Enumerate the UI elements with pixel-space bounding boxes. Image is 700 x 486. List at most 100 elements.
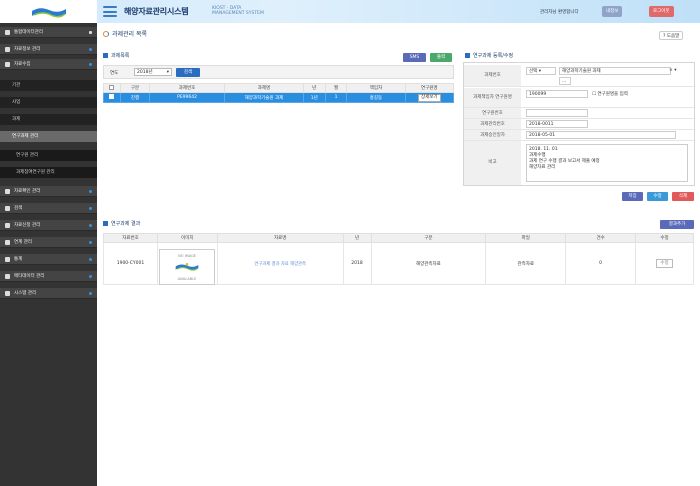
table-row[interactable]: 진행 PE99642 해양과학기술원 과제 1년 1 홍길동 상세보기 xyxy=(103,92,455,103)
edit-button[interactable]: 수정 xyxy=(647,192,668,201)
row-checkbox[interactable] xyxy=(109,94,115,99)
form-label: 연구원번호 xyxy=(464,108,521,118)
sms-button[interactable]: SMS xyxy=(403,53,426,62)
col-header[interactable]: 이미지 xyxy=(156,233,218,243)
no-image-caption-bottom: AVAILABLE xyxy=(177,277,197,281)
sidebar-item-collection[interactable]: 자료수집 xyxy=(0,59,97,70)
no-image-caption-top: NO IMAGE xyxy=(178,254,196,258)
select-all-checkbox[interactable] xyxy=(109,84,115,90)
approve-date-input[interactable]: 2018-05-01 xyxy=(526,131,676,139)
sidebar-subitem-task[interactable]: 과제 xyxy=(0,114,97,126)
sidebar-item-stats[interactable]: 통계 xyxy=(0,254,97,265)
form-label: 과제승인일자 xyxy=(464,130,521,140)
search-icon xyxy=(5,206,10,211)
sidebar-item-confirm[interactable]: 자료확인 관리 xyxy=(0,186,97,197)
table-cell[interactable]: 연구과제 결과 자료 해양관측 xyxy=(216,242,344,285)
col-header[interactable]: 수정 xyxy=(635,233,694,243)
col-header[interactable]: 과제명 xyxy=(224,83,304,93)
sidebar-subitem-org[interactable]: 기관 xyxy=(0,80,97,92)
table-cell: 상세보기 xyxy=(404,92,455,103)
col-header[interactable]: 자료명 xyxy=(216,233,344,243)
col-header[interactable]: 건수 xyxy=(565,233,637,243)
sidebar-item-integrated[interactable]: 통합데이터관리 xyxy=(0,27,97,38)
sidebar-subitem-participant[interactable]: 과제참여연구원 관리 xyxy=(0,167,97,179)
col-header[interactable]: 연구원명 xyxy=(404,83,455,93)
close-icon[interactable]: × ▾ xyxy=(669,68,676,73)
table-header-row: 자료번호 이미지 자료명 년 구분 파일 건수 수정 xyxy=(103,233,694,243)
menu-toggle-icon[interactable] xyxy=(103,6,117,17)
table-cell: 해양관측자료 xyxy=(370,242,487,285)
form-row-researcher-no: 연구원번호 xyxy=(464,108,694,119)
sidebar-item-data-info[interactable]: 자료정보 관리 xyxy=(0,44,97,55)
result-section-title: 연구과제 결과 xyxy=(103,220,140,227)
chevron-down-icon: ▾ xyxy=(166,70,169,75)
table-cell[interactable]: 해양과학기술원 과제 xyxy=(224,92,304,103)
dot-icon xyxy=(89,258,92,261)
monitor-icon xyxy=(5,30,10,35)
logout-button[interactable]: 로그아웃 xyxy=(649,6,674,17)
col-header[interactable]: 년 xyxy=(342,233,372,243)
row-checkbox-cell[interactable] xyxy=(103,92,121,103)
year-select[interactable]: 2018년 ▾ xyxy=(134,68,172,76)
search-button[interactable]: 검색 xyxy=(176,68,200,77)
sidebar-subitem-project[interactable]: 사업 xyxy=(0,97,97,109)
add-result-button[interactable]: 결과추가 xyxy=(660,220,694,229)
sidebar-subitem-label: 과제 xyxy=(12,117,21,122)
sidebar-item-metadata[interactable]: 메타데이터 관리 xyxy=(0,271,97,282)
sidebar-subitem-task-manage[interactable]: 연구과제 관리 xyxy=(0,131,97,143)
help-button[interactable]: ? 도움말 xyxy=(659,31,684,40)
mypage-button[interactable]: 내정보 xyxy=(602,6,623,17)
select-value: 해양과학기술원 과제 xyxy=(562,69,601,74)
sidebar-item-system[interactable]: 시스템 관리 xyxy=(0,288,97,299)
researcher-id-input[interactable]: 190099 xyxy=(526,90,588,98)
sidebar-item-search[interactable]: 검색 xyxy=(0,203,97,214)
task-number-select[interactable]: 해양과학기술원 과제 xyxy=(559,67,671,75)
sidebar-item-request[interactable]: 자료신청 관리 xyxy=(0,220,97,231)
col-header[interactable]: 파일 xyxy=(485,233,567,243)
col-header[interactable]: 구분 xyxy=(370,233,487,243)
col-header[interactable]: 책임자 xyxy=(346,83,406,93)
col-header[interactable]: 년 xyxy=(302,83,326,93)
col-header[interactable]: 자료번호 xyxy=(103,233,158,243)
table-cell[interactable]: PE99642 xyxy=(149,92,226,103)
researcher-no-input[interactable] xyxy=(526,109,588,117)
col-checkbox[interactable] xyxy=(103,83,121,93)
col-header[interactable]: 구분 xyxy=(119,83,151,93)
manage-no-input[interactable]: 2018-0011 xyxy=(526,120,588,128)
page-title: 과제관리 목록 xyxy=(103,29,147,38)
row-detail-button[interactable]: 상세보기 xyxy=(417,93,441,102)
col-header[interactable]: 월 xyxy=(324,83,348,93)
researcher-name-hint: ☐ 연구원명을 입력 xyxy=(592,92,628,97)
sidebar-item-link[interactable]: 연계 관리 xyxy=(0,237,97,248)
collapse-icon[interactable] xyxy=(89,31,92,34)
logo[interactable] xyxy=(0,0,97,23)
metadata-icon xyxy=(5,274,10,279)
excel-button[interactable]: 출력 xyxy=(430,53,452,62)
input-value: 2018-05-01 xyxy=(529,133,556,138)
sidebar-item-label: 자료신청 관리 xyxy=(14,223,41,228)
no-image-placeholder: NO IMAGE AVAILABLE xyxy=(159,249,215,285)
sidebar-subitem-label: 과제참여연구원 관리 xyxy=(16,170,55,175)
dot-icon xyxy=(89,275,92,278)
gear-icon xyxy=(5,291,10,296)
sidebar-item-label: 통계 xyxy=(14,257,23,262)
delete-button[interactable]: 삭제 xyxy=(672,192,694,201)
form-row-task-number: 과제번호 선택 ▾ 해양과학기술원 과제 × ▾ … xyxy=(464,65,694,87)
section-marker-icon xyxy=(103,53,108,58)
sidebar-item-label: 자료정보 관리 xyxy=(14,47,41,52)
memo-line: 해양자료 관리 xyxy=(529,165,556,170)
col-header[interactable]: 과제번호 xyxy=(149,83,226,93)
table-cell: 1900-CY001 xyxy=(103,242,158,285)
save-button[interactable]: 저장 xyxy=(622,192,643,201)
dot-icon xyxy=(89,241,92,244)
hint-text: 연구원명을 입력 xyxy=(597,92,628,97)
table-cell: 0 xyxy=(565,242,637,285)
task-type-select[interactable]: 선택 ▾ xyxy=(526,67,556,75)
table-cell: 홍길동 xyxy=(346,92,406,103)
task-extra-input[interactable]: … xyxy=(559,77,571,85)
sidebar-subitem-researcher[interactable]: 연구원 관리 xyxy=(0,150,97,162)
request-icon xyxy=(5,223,10,228)
memo-textarea[interactable]: 2018. 11. 01 과제수행 과제 연구 수행 결과 보고서 제출 예정 … xyxy=(526,144,688,182)
dot-icon xyxy=(89,48,92,51)
row-edit-button[interactable]: 수정 xyxy=(656,259,673,268)
